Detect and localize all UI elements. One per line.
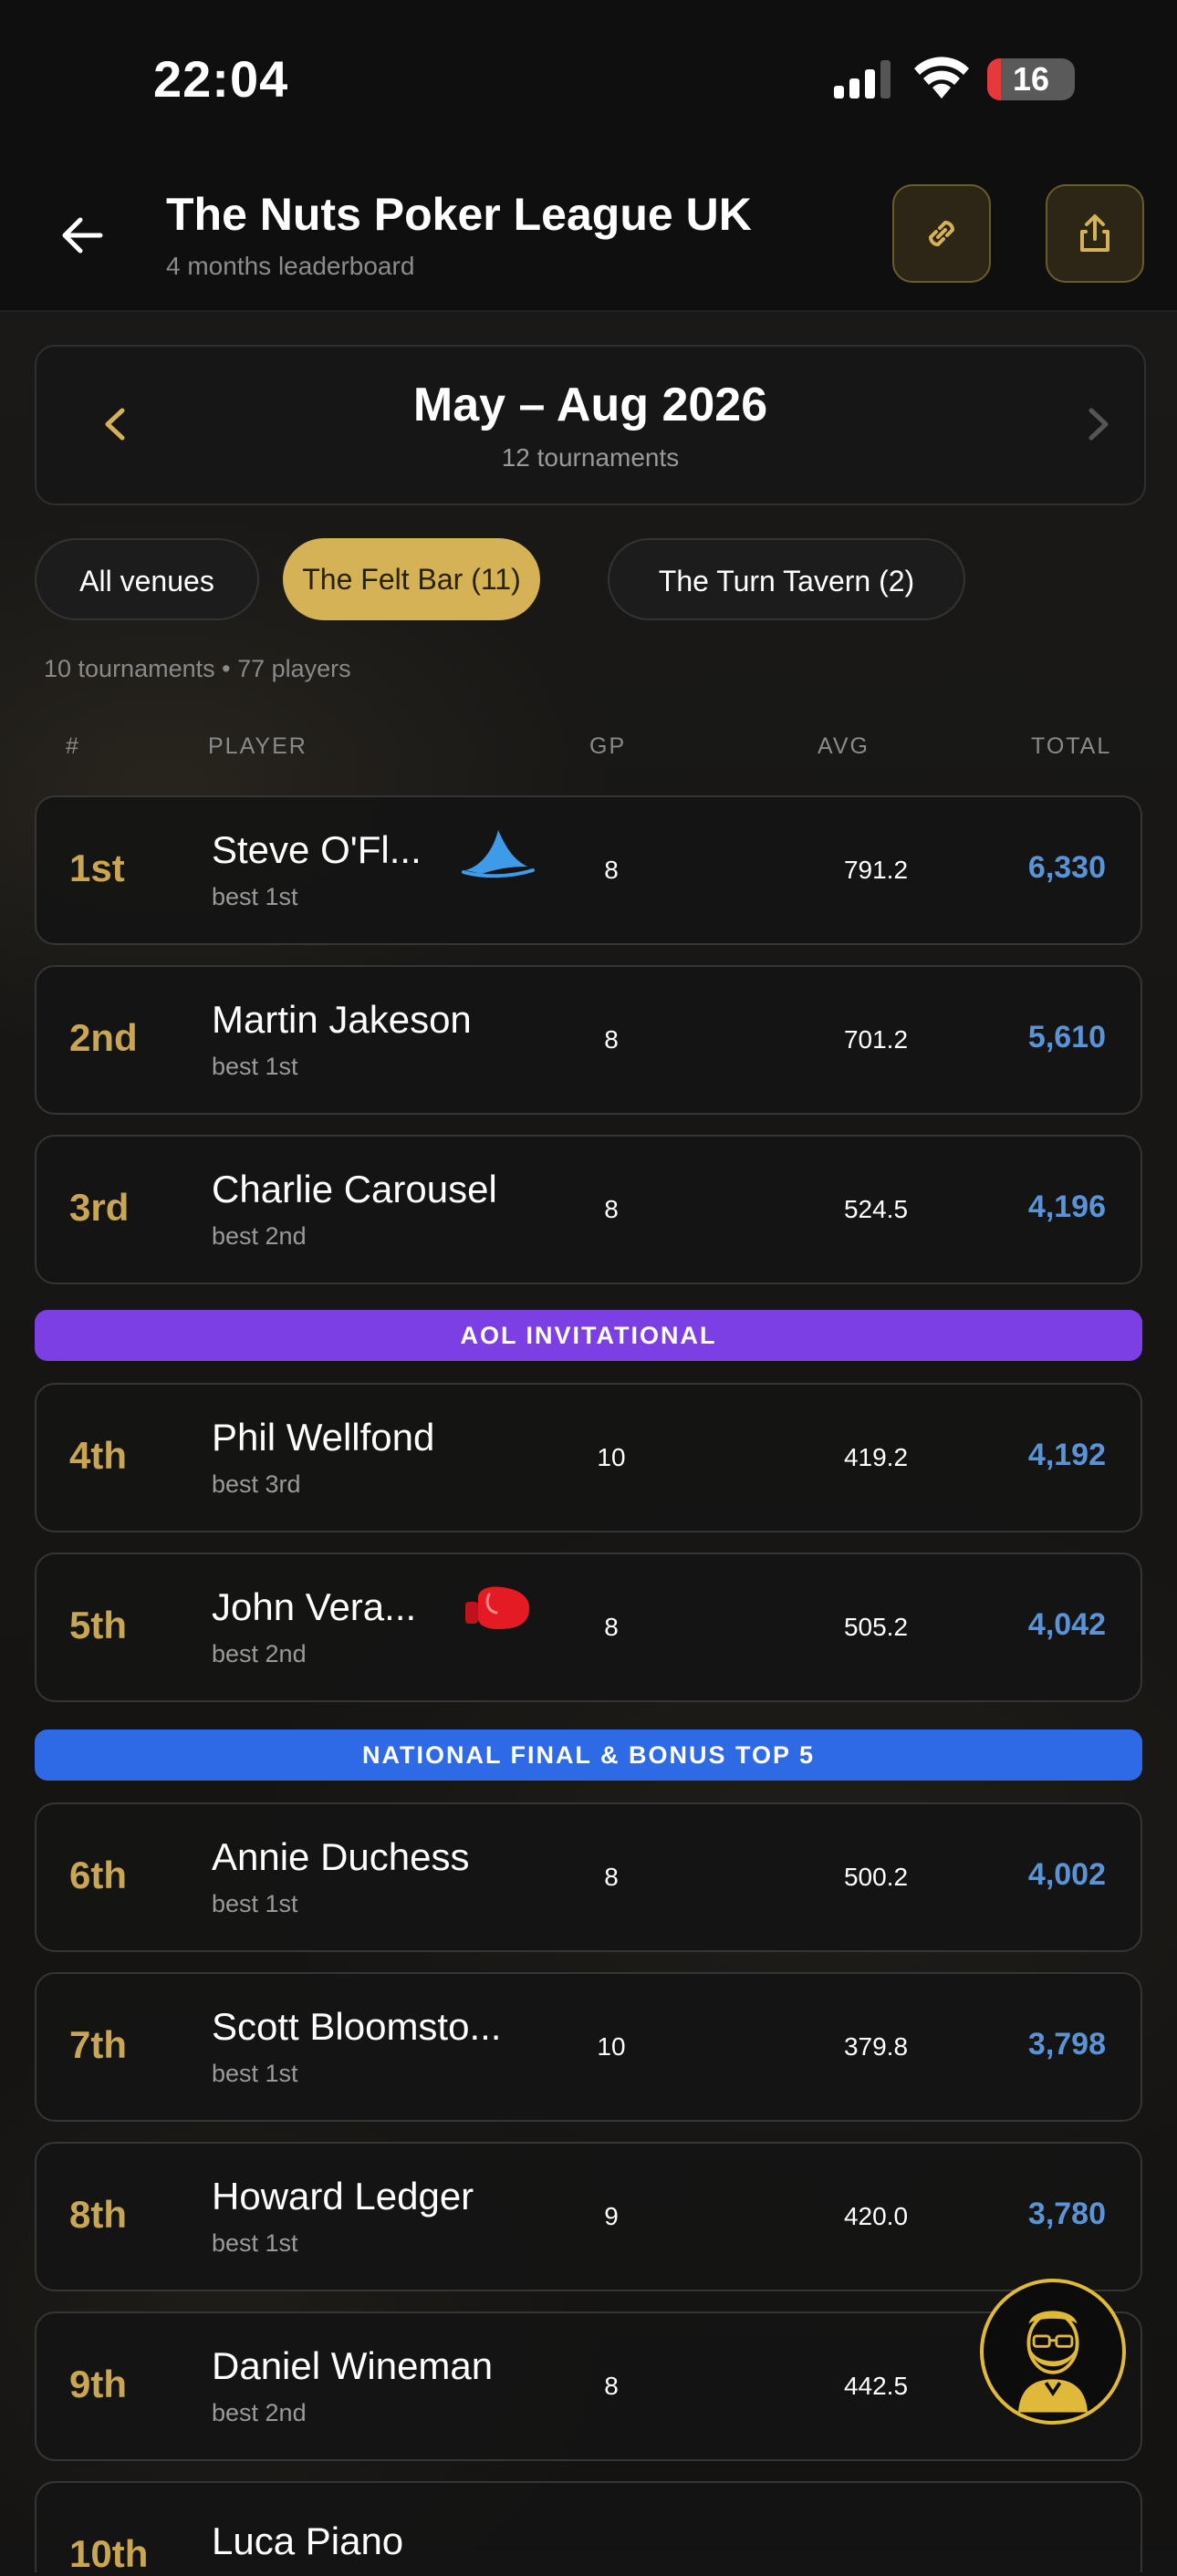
status-bar: 22:04 16: [0, 0, 1177, 155]
player-rank: 3rd: [69, 1186, 130, 1229]
player-total: 4,002: [1027, 1857, 1106, 1892]
player-total: 4,192: [1027, 1438, 1106, 1472]
boxing-glove-icon: [465, 1586, 530, 1629]
player-name: Howard Ledger: [212, 2175, 474, 2218]
player-best-finish: best 1st: [212, 2060, 298, 2087]
back-arrow-icon[interactable]: [53, 206, 111, 265]
player-average: 419.2: [843, 1443, 909, 1471]
battery-indicator: 16: [987, 58, 1075, 100]
player-best-finish: best 1st: [212, 1890, 298, 1917]
app-header: The Nuts Poker League UK 4 months leader…: [0, 155, 1177, 312]
player-total: 3,798: [1027, 2027, 1106, 2062]
player-rank: 8th: [69, 2193, 127, 2236]
aol-invitational-banner: AOL INVITATIONAL: [35, 1310, 1142, 1361]
player-best-finish: best 1st: [212, 1053, 298, 1080]
shark-fin-icon: [462, 830, 535, 878]
leaderboard-row[interactable]: 9th Daniel Wineman best 2nd 8 442.5: [35, 2311, 1142, 2461]
player-name: Phil Wellfond: [212, 1416, 435, 1459]
player-name: Steve O'Fl...: [212, 828, 422, 871]
battery-tip: [1068, 71, 1075, 88]
cellular-signal-icon: [834, 60, 891, 99]
player-average: 420.0: [843, 2202, 909, 2230]
column-header-gp: GP: [589, 733, 627, 759]
player-total: 3,780: [1027, 2197, 1106, 2231]
venue-chip-turn-tavern[interactable]: The Turn Tavern (2): [608, 538, 965, 620]
leaderboard-summary: 10 tournaments • 77 players: [44, 655, 351, 682]
player-games-played: 9: [604, 2202, 619, 2230]
leaderboard-row[interactable]: 7th Scott Bloomsto... best 1st 10 379.8 …: [35, 1972, 1142, 2122]
player-rank: 4th: [69, 1434, 127, 1477]
player-games-played: 10: [597, 2032, 626, 2061]
player-games-played: 8: [604, 2372, 619, 2400]
page-subtitle: 4 months leaderboard: [166, 252, 415, 280]
national-final-banner: NATIONAL FINAL & BONUS TOP 5: [35, 1729, 1142, 1781]
player-games-played: 8: [604, 1025, 619, 1054]
copy-link-button[interactable]: [892, 184, 991, 283]
leaderboard-row[interactable]: 2nd Martin Jakeson best 1st 8 701.2 5,61…: [35, 965, 1142, 1115]
player-average: 500.2: [843, 1863, 909, 1891]
player-average: 379.8: [843, 2032, 909, 2061]
player-rank: 7th: [69, 2023, 127, 2066]
player-best-finish: best 3rd: [212, 1470, 301, 1498]
player-rank: 9th: [69, 2363, 127, 2405]
column-header-total: TOTAL: [1031, 733, 1112, 759]
player-name: Annie Duchess: [212, 1835, 470, 1878]
player-average: 701.2: [843, 1025, 909, 1054]
page-title: The Nuts Poker League UK: [166, 189, 752, 240]
column-header-avg: AVG: [818, 733, 870, 759]
leaderboard-row[interactable]: 1st Steve O'Fl... best 1st 8 791.2 6,330: [35, 795, 1142, 945]
period-title: May – Aug 2026: [412, 379, 768, 431]
bearded-man-avatar-icon: [1018, 2311, 1088, 2413]
player-rank: 10th: [69, 2532, 149, 2575]
player-average: 442.5: [843, 2372, 909, 2400]
leaderboard-row[interactable]: 4th Phil Wellfond best 3rd 10 419.2 4,19…: [35, 1383, 1142, 1532]
leaderboard-row[interactable]: 3rd Charlie Carousel best 2nd 8 524.5 4,…: [35, 1135, 1142, 1284]
leaderboard-row[interactable]: 10th Luca Piano: [35, 2481, 1142, 2575]
link-icon: [928, 220, 955, 247]
battery-level-text: 16: [1012, 60, 1050, 98]
player-games-played: 8: [604, 1863, 619, 1891]
player-total: 4,196: [1027, 1189, 1106, 1224]
player-rank: 6th: [69, 1854, 127, 1896]
column-header-player: PLAYER: [208, 733, 307, 759]
player-average: 505.2: [843, 1613, 909, 1641]
player-best-finish: best 2nd: [212, 2399, 307, 2426]
player-games-played: 8: [604, 856, 619, 884]
period-tournament-count: 12 tournaments: [501, 443, 680, 472]
assistant-avatar-button[interactable]: [980, 2279, 1126, 2425]
player-name: Luca Piano: [212, 2519, 404, 2562]
leaderboard-row[interactable]: 6th Annie Duchess best 1st 8 500.2 4,002: [35, 1802, 1142, 1952]
player-total: 4,042: [1027, 1607, 1106, 1642]
player-average: 524.5: [843, 1195, 909, 1223]
player-name: John Vera...: [212, 1585, 417, 1628]
share-icon: [1080, 214, 1109, 252]
player-average: 791.2: [843, 856, 909, 884]
period-selector: May – Aug 2026 12 tournaments: [35, 345, 1146, 505]
player-best-finish: best 2nd: [212, 1640, 307, 1667]
player-total: 5,610: [1027, 1020, 1106, 1054]
player-total: 6,330: [1027, 850, 1106, 885]
share-button[interactable]: [1046, 184, 1144, 283]
next-period-chevron-icon[interactable]: [1075, 401, 1120, 447]
player-name: Charlie Carousel: [212, 1168, 497, 1210]
player-best-finish: best 1st: [212, 883, 298, 910]
player-games-played: 10: [597, 1443, 626, 1471]
column-header-rank: #: [66, 733, 80, 759]
player-rank: 1st: [69, 847, 125, 889]
player-name: Martin Jakeson: [212, 998, 472, 1041]
player-best-finish: best 1st: [212, 2229, 298, 2257]
leaderboard-row[interactable]: 5th John Vera... best 2nd 8 505.2 4,042: [35, 1553, 1142, 1702]
player-rank: 5th: [69, 1604, 127, 1646]
player-games-played: 8: [604, 1613, 619, 1641]
player-name: Scott Bloomsto...: [212, 2005, 502, 2048]
player-best-finish: best 2nd: [212, 1222, 307, 1250]
player-rank: 2nd: [69, 1016, 138, 1059]
status-time: 22:04: [153, 50, 289, 108]
player-name: Daniel Wineman: [212, 2344, 494, 2387]
venue-chip-felt-bar[interactable]: The Felt Bar (11): [283, 538, 540, 620]
wifi-icon: [914, 57, 969, 99]
leaderboard-row[interactable]: 8th Howard Ledger best 1st 9 420.0 3,780: [35, 2142, 1142, 2291]
player-games-played: 8: [604, 1195, 619, 1223]
venue-chip-all[interactable]: All venues: [35, 538, 259, 620]
